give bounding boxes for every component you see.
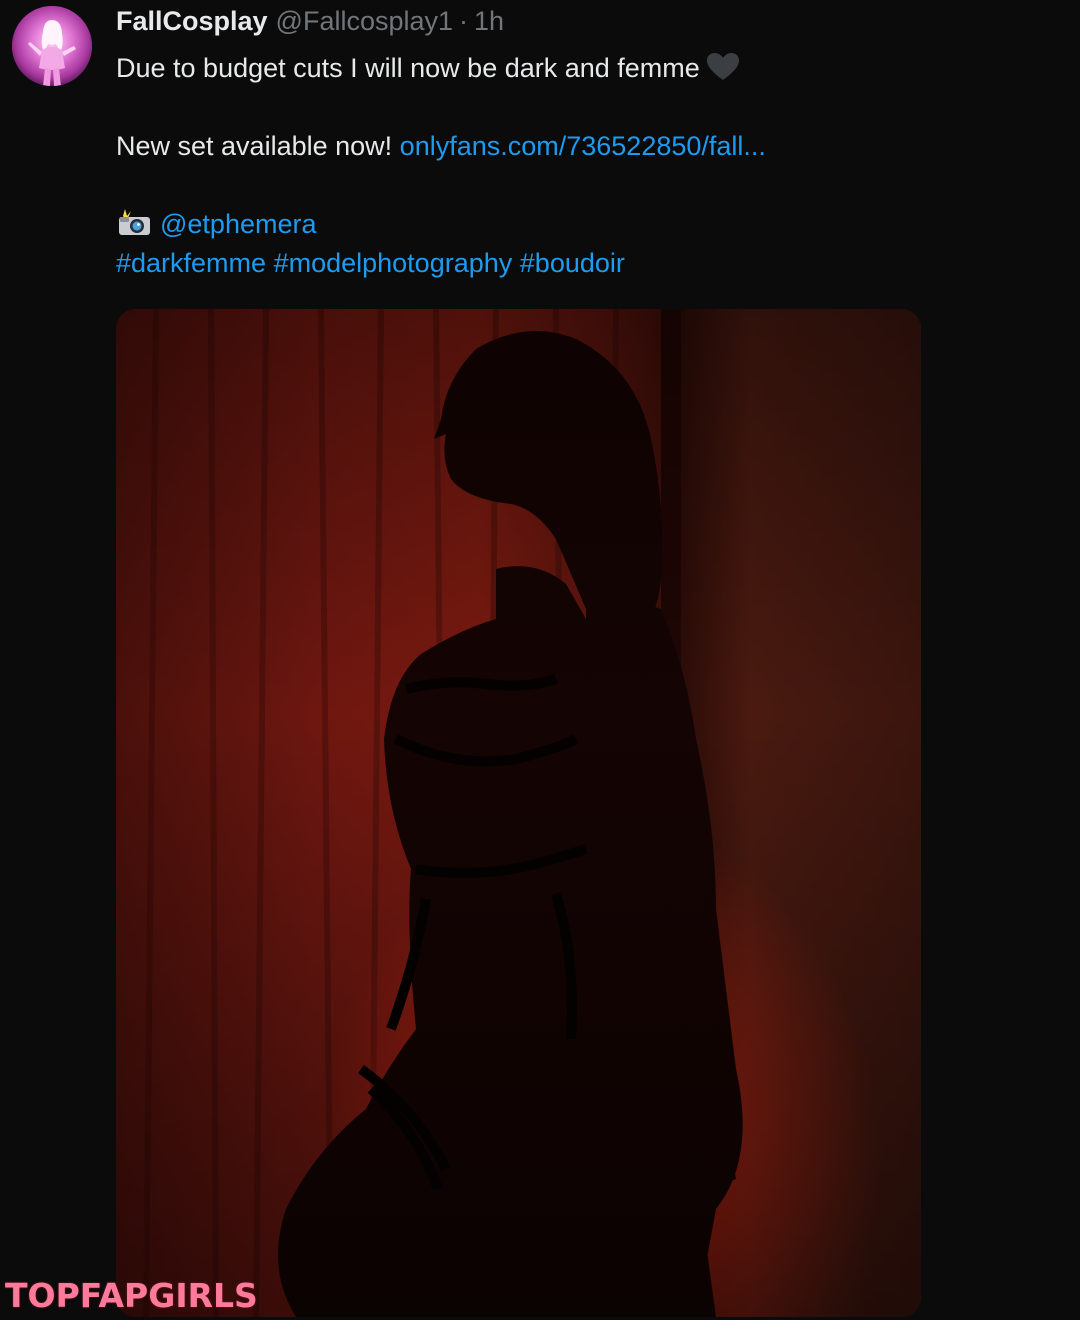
hashtags-line: #darkfemme #modelphotography #boudoir xyxy=(116,244,1016,283)
credit-mention[interactable]: @etphemera xyxy=(160,209,317,239)
tweet-text: Due to budget cuts I will now be dark an… xyxy=(116,53,700,83)
tweet-body: FallCosplay @Fallcosplay1 · 1h Due to bu… xyxy=(116,6,1016,283)
onlyfans-link[interactable]: onlyfans.com/736522850/fall... xyxy=(400,131,766,161)
page: FallCosplay @Fallcosplay1 · 1h Due to bu… xyxy=(0,0,1080,1320)
user-handle[interactable]: @Fallcosplay1 xyxy=(276,6,453,37)
tweet-text: New set available now! xyxy=(116,131,393,161)
camera-with-flash-icon xyxy=(116,207,152,237)
hashtag-boudoir[interactable]: #boudoir xyxy=(520,248,625,278)
tweet-text-line-2: New set available now! onlyfans.com/7365… xyxy=(116,127,1016,166)
black-heart-icon xyxy=(706,52,740,82)
avatar-image xyxy=(12,6,92,86)
separator-dot: · xyxy=(459,6,469,36)
tweet-text-line-1: Due to budget cuts I will now be dark an… xyxy=(116,49,1016,88)
photo-image xyxy=(116,309,921,1317)
photo-credit-line: @etphemera xyxy=(116,205,1016,244)
watermark-text: TOPFAPGIRLS xyxy=(5,1276,258,1315)
tweet-header: FallCosplay @Fallcosplay1 · 1h xyxy=(116,6,1016,44)
profile-avatar[interactable] xyxy=(12,6,92,86)
hashtag-modelphotography[interactable]: #modelphotography xyxy=(274,248,513,278)
display-name[interactable]: FallCosplay xyxy=(116,6,268,37)
hashtag-darkfemme[interactable]: #darkfemme xyxy=(116,248,266,278)
tweet-media-photo[interactable] xyxy=(116,309,921,1317)
timestamp[interactable]: 1h xyxy=(474,6,504,37)
